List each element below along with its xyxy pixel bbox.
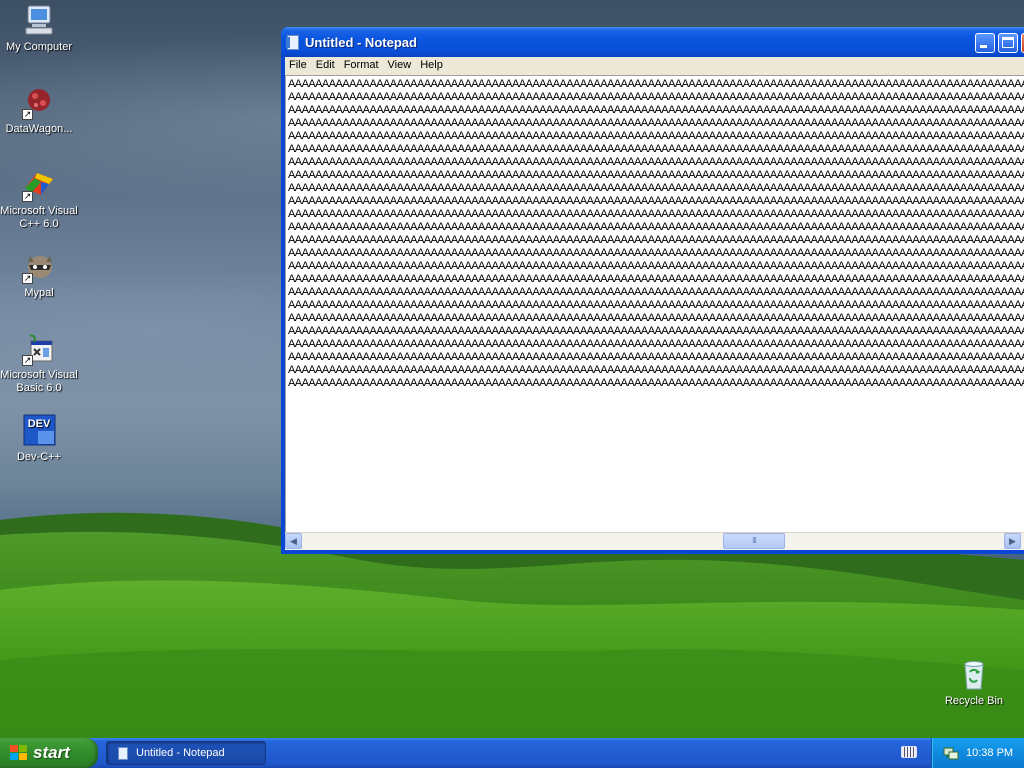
clock: 10:38 PM <box>966 747 1014 759</box>
desktop-icon-label: Mypal <box>24 287 54 299</box>
network-icon[interactable] <box>943 745 959 761</box>
windows-logo-icon <box>10 745 28 761</box>
desktop-icon-label: Microsoft Visual Basic 6.0 <box>0 369 78 394</box>
taskbar-button-label: Untitled - Notepad <box>136 747 225 759</box>
shortcut-arrow-icon: ↗ <box>22 109 33 120</box>
dev-cpp-icon: DEV <box>22 414 56 448</box>
shortcut-arrow-icon: ↗ <box>22 355 33 366</box>
dev-badge-text: DEV <box>28 418 51 430</box>
desktop-icon-datawagon[interactable]: ↗ DataWagon... <box>0 86 78 136</box>
start-button[interactable]: start <box>0 738 98 768</box>
notepad-window: Untitled - Notepad File Edit Format View Hel… <box>281 27 1024 554</box>
desktop-icon-recycle-bin[interactable]: Recycle Bin <box>935 658 1013 708</box>
notepad-icon <box>118 747 128 760</box>
desktop-icon-mypal[interactable]: ↗ Mypal <box>0 250 78 300</box>
recycle-bin-icon <box>957 658 991 692</box>
scroll-right-button[interactable]: ▶ <box>1004 533 1021 549</box>
desktop-icon-visual-basic[interactable]: ↗ Microsoft Visual Basic 6.0 <box>0 332 78 395</box>
start-label: start <box>33 743 70 762</box>
menu-format[interactable]: Format <box>340 57 384 71</box>
visual-basic-icon: ↗ <box>22 332 56 366</box>
menu-bar: File Edit Format View Help <box>285 57 1024 75</box>
horizontal-scrollbar[interactable]: ◀ III ▶ <box>285 532 1024 550</box>
editor-content: AAAAAAAAAAAAAAAAAAAAAAAAAAAAAAAAAAAAAAAA… <box>288 78 1024 389</box>
title-bar[interactable]: Untitled - Notepad <box>281 27 1024 57</box>
menu-help[interactable]: Help <box>416 57 448 71</box>
keyboard-icon[interactable] <box>901 746 917 758</box>
taskbar: start Untitled - Notepad 10:38 PM <box>0 738 1024 768</box>
minimize-button[interactable] <box>975 33 995 53</box>
desktop-icon-label: Recycle Bin <box>944 695 1004 707</box>
desktop-icon-dev-cpp[interactable]: DEV Dev-C++ <box>0 414 78 464</box>
desktop-icon-label: Dev-C++ <box>16 451 62 463</box>
scrollbar-thumb[interactable]: III <box>723 533 785 549</box>
desktop-icon-label: DataWagon... <box>5 123 73 135</box>
desktop-icon-my-computer[interactable]: My Computer <box>0 4 78 54</box>
my-computer-icon <box>22 4 56 38</box>
notepad-icon <box>286 35 299 50</box>
desktop-icon-visual-cpp[interactable]: ↗ Microsoft Visual C++ 6.0 <box>0 168 78 231</box>
maximize-button[interactable] <box>998 33 1018 53</box>
desktop-icon-label: My Computer <box>5 41 73 53</box>
text-editor[interactable]: AAAAAAAAAAAAAAAAAAAAAAAAAAAAAAAAAAAAAAAA… <box>285 75 1024 532</box>
desktop-icon-label: Microsoft Visual C++ 6.0 <box>0 205 78 230</box>
taskbar-button-notepad[interactable]: Untitled - Notepad <box>106 741 266 765</box>
shortcut-arrow-icon: ↗ <box>22 273 33 284</box>
mypal-icon: ↗ <box>22 250 56 284</box>
shortcut-arrow-icon: ↗ <box>22 191 33 202</box>
scroll-left-button[interactable]: ◀ <box>285 533 302 549</box>
menu-edit[interactable]: Edit <box>312 57 340 71</box>
window-title: Untitled - Notepad <box>305 35 417 50</box>
visual-cpp-icon: ↗ <box>22 168 56 202</box>
system-tray: 10:38 PM <box>931 738 1024 768</box>
datawagon-icon: ↗ <box>22 86 56 120</box>
menu-file[interactable]: File <box>285 57 312 71</box>
menu-view[interactable]: View <box>384 57 417 71</box>
